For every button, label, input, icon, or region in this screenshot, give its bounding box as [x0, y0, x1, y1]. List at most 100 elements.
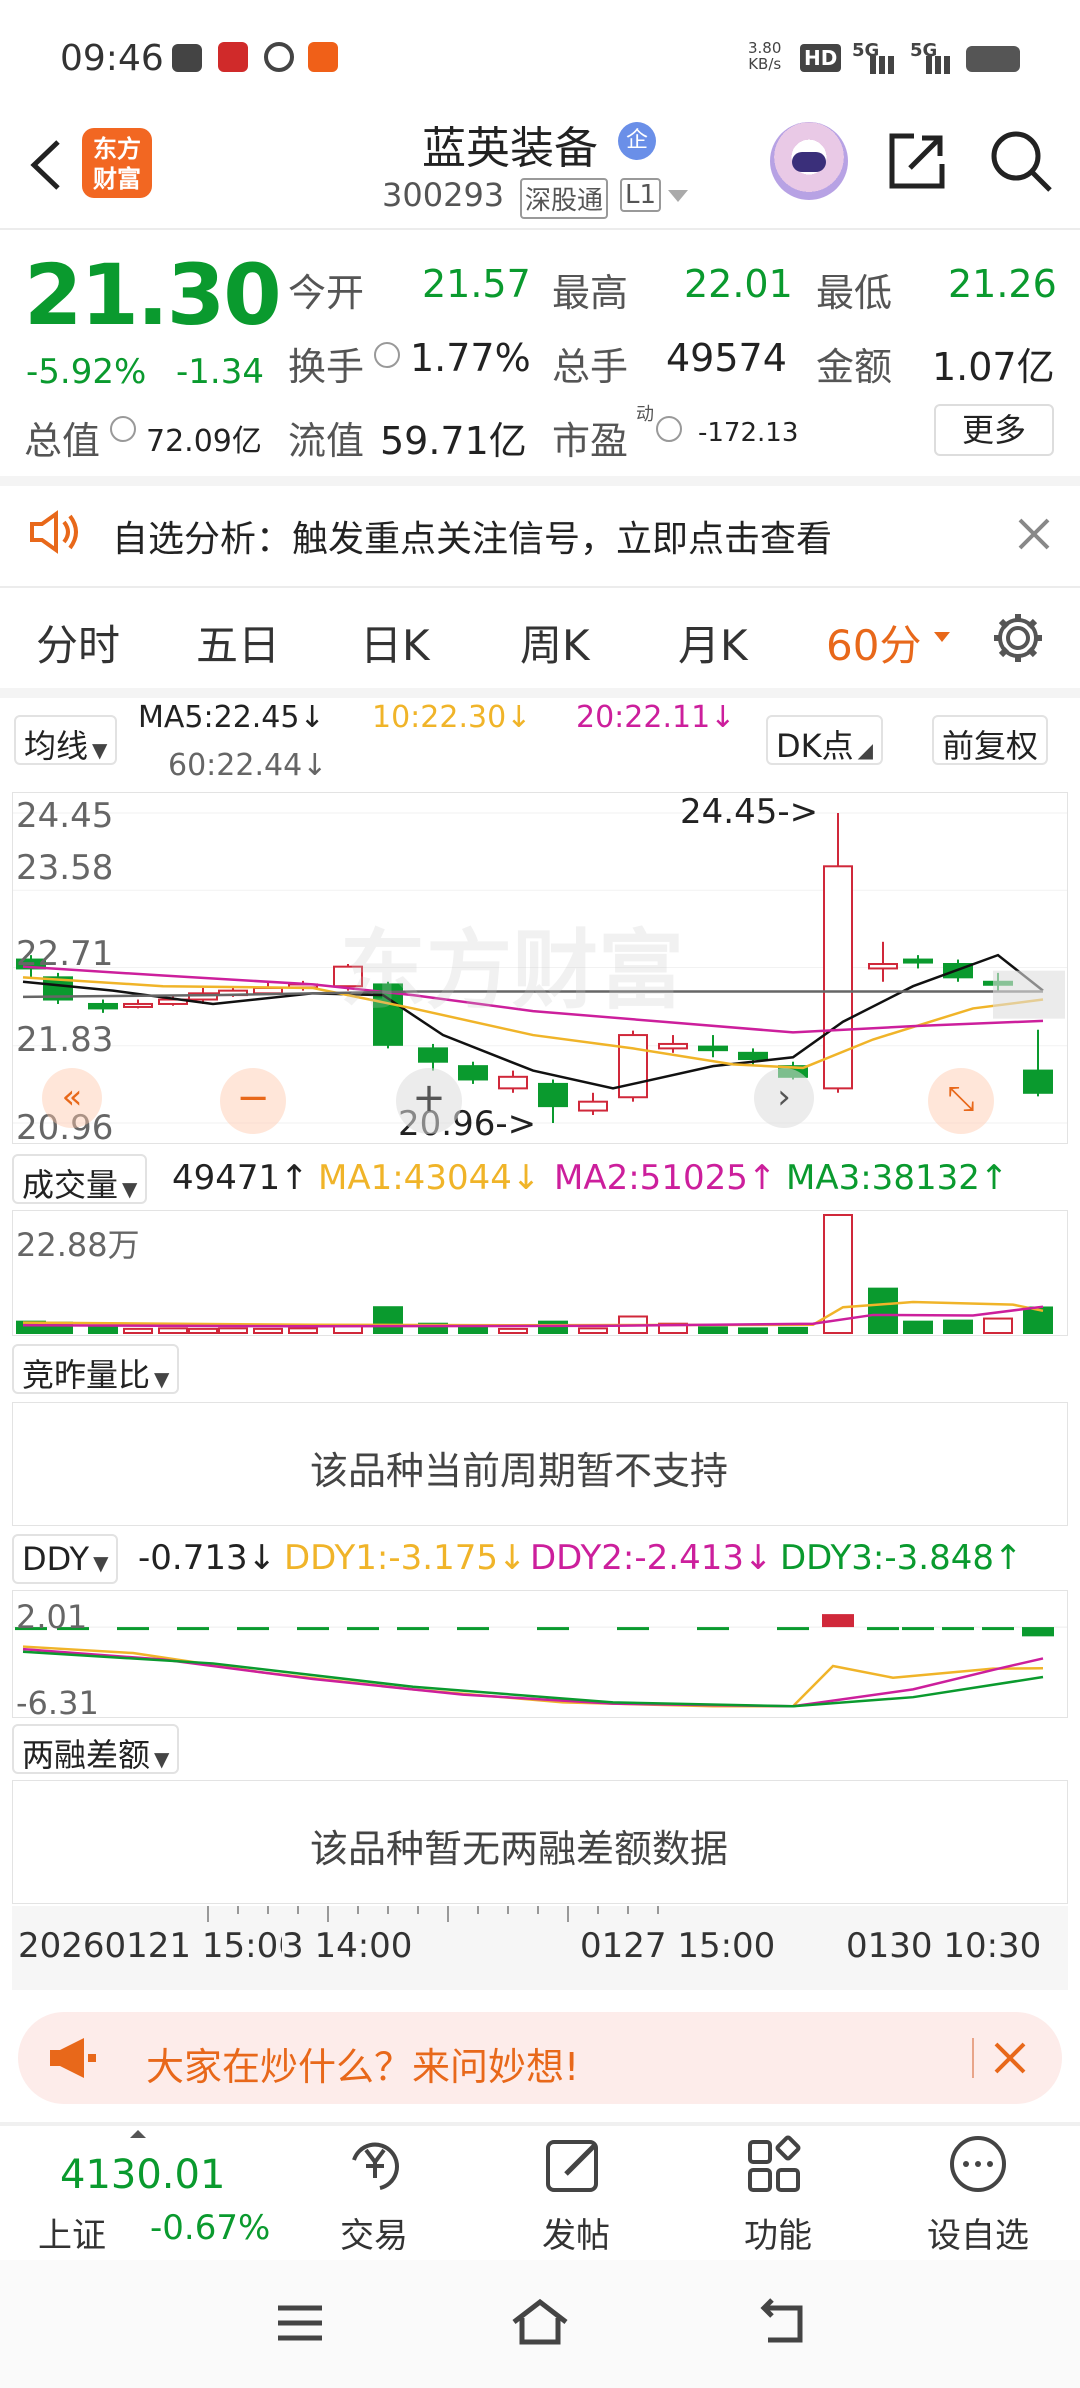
index-name[interactable]: 上证 [38, 2208, 106, 2257]
ddy-bar [777, 1627, 809, 1631]
kline-candle [1023, 1069, 1053, 1094]
back-nav-button[interactable] [750, 2296, 810, 2348]
kline-candle [868, 963, 898, 970]
ddy2-value: DDY2:-2.413↓ [530, 1538, 773, 1578]
margin-dropdown[interactable]: 两融差额 ▼ [12, 1724, 180, 1774]
zoom-out-button[interactable]: − [220, 1068, 286, 1134]
ddy-chart-panel[interactable] [12, 1590, 1068, 1718]
high-value: 22.01 [684, 262, 793, 306]
share-button[interactable] [884, 128, 950, 194]
scroll-right-button[interactable]: › [754, 1068, 814, 1128]
amount-value: 1.07亿 [932, 345, 1055, 389]
ddy3-value: DDY3:-3.848↑ [780, 1538, 1023, 1578]
menu-button[interactable] [270, 2298, 330, 2348]
kline-watermark: 东方财富 [340, 921, 684, 1021]
volume-value-label: 49471↑ [172, 1158, 309, 1198]
time-label-2: 3 14:00 [282, 1926, 413, 1966]
time-label-4: 0130 10:30 [846, 1926, 1042, 1966]
more-button[interactable]: 更多 [934, 404, 1054, 456]
tab-monthly-k[interactable]: 月K [678, 612, 748, 673]
ddy-bar [347, 1627, 379, 1631]
ddy-bar [1022, 1627, 1054, 1637]
ai-assistant-avatar[interactable] [770, 122, 848, 200]
volume-chart-panel[interactable] [12, 1210, 1068, 1336]
ddy-bar [297, 1627, 329, 1631]
post-label[interactable]: 发帖 [496, 2208, 656, 2257]
tab-daily-k[interactable]: 日K [360, 612, 430, 673]
notice-text[interactable]: 自选分析：触发重点关注信号，立即点击查看 [112, 510, 832, 562]
volume-ymax-label: 22.88万 [16, 1226, 140, 1264]
ddy-bar [177, 1627, 209, 1631]
megaphone-icon [44, 2034, 100, 2086]
add-watchlist-label[interactable]: 设自选 [898, 2208, 1058, 2257]
trade-icon[interactable] [340, 2130, 410, 2200]
time-label-1: 20260121 15:00 [18, 1926, 300, 1966]
net-speed: 3.80 KB/s [748, 39, 782, 73]
amount-label: 金额 [816, 345, 893, 389]
ddy-dropdown[interactable]: DDY ▼ [12, 1534, 119, 1584]
tab-intraday[interactable]: 分时 [36, 612, 120, 673]
search-button[interactable] [988, 128, 1054, 194]
fullscreen-button[interactable]: ⤡ [928, 1068, 994, 1134]
dk-point-dropdown[interactable]: DK点 ◢ [766, 715, 884, 765]
volume-ma1: MA1:43044↓ [318, 1158, 541, 1198]
trade-label[interactable]: 交易 [294, 2208, 454, 2257]
functions-label[interactable]: 功能 [698, 2208, 858, 2257]
volume-bar [188, 1327, 218, 1334]
add-watchlist-icon[interactable] [944, 2130, 1014, 2200]
index-value[interactable]: 4130.01 [60, 2152, 225, 2198]
kline-y-label-2: 23.58 [16, 848, 114, 888]
kline-y-label-1: 24.45 [16, 796, 114, 836]
tab-weekly-k[interactable]: 周K [520, 612, 590, 673]
volume-bar [373, 1306, 403, 1334]
pe-info-icon[interactable] [656, 416, 682, 442]
price-adjust-button[interactable]: 前复权 [932, 715, 1049, 765]
mktcap-info-icon[interactable] [110, 416, 136, 442]
price-change-pct: -5.92% [26, 352, 147, 392]
volume-bar [943, 1319, 973, 1334]
volume-bar [158, 1327, 188, 1334]
close-notice-button[interactable] [1014, 514, 1054, 554]
home-button[interactable] [508, 2294, 572, 2350]
index-pct[interactable]: -0.67% [150, 2208, 270, 2248]
tab-60min[interactable]: 60分 [826, 612, 921, 673]
level-dropdown-icon[interactable] [668, 190, 688, 202]
index-expand-icon[interactable] [130, 2130, 146, 2138]
tab-dropdown-icon[interactable] [934, 632, 950, 642]
ma5-value: MA5:22.45↓ [138, 700, 325, 735]
speaker-icon [26, 508, 82, 560]
ai-banner-text[interactable]: 大家在炒什么？来问妙想! [146, 2036, 579, 2091]
ma-dropdown[interactable]: 均线 ▼ [14, 715, 118, 765]
low-label: 最低 [816, 271, 893, 315]
market-badge: 深股通 [520, 178, 609, 219]
volume-bar [778, 1326, 808, 1335]
eastmoney-logo: 东方 财富 [82, 128, 152, 198]
ddy-bar [537, 1627, 569, 1631]
level-badge[interactable]: L1 [620, 178, 662, 212]
auction-message: 该品种当前周期暂不支持 [310, 1449, 729, 1493]
kline-candle [738, 1051, 768, 1061]
post-icon[interactable] [540, 2130, 610, 2200]
float-label: 流值 [288, 419, 365, 463]
zoom-in-button[interactable]: + [396, 1068, 462, 1134]
volume-bar [983, 1317, 1013, 1334]
functions-icon[interactable] [742, 2130, 812, 2200]
auction-ratio-dropdown[interactable]: 竞昨量比 ▼ [12, 1344, 180, 1394]
pe-label: 市盈 [552, 419, 629, 463]
home-icon [512, 2298, 568, 2345]
mktcap-label: 总值 [24, 419, 101, 463]
chart-settings-button[interactable] [990, 610, 1046, 666]
time-axis-ticks [207, 1906, 659, 1922]
tab-five-day[interactable]: 五日 [196, 612, 280, 673]
scroll-left-button[interactable]: « [42, 1068, 102, 1128]
back-button[interactable] [20, 130, 70, 200]
search-icon [991, 131, 1052, 192]
ma10-value: 10:22.30↓ [372, 700, 532, 735]
kline-y-label-4: 21.83 [16, 1020, 114, 1060]
volume-bar [123, 1327, 153, 1334]
turnover-info-icon[interactable] [374, 342, 400, 368]
kline-candle [498, 1075, 528, 1090]
ddy-bar [867, 1627, 899, 1631]
close-banner-button[interactable] [988, 2036, 1032, 2080]
volume-indicator-dropdown[interactable]: 成交量 ▼ [12, 1154, 148, 1204]
